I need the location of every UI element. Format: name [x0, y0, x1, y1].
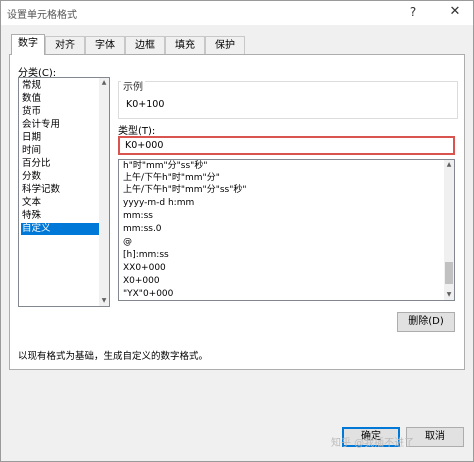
format-list-scrollbar[interactable]: ▲ ▼ — [444, 160, 454, 300]
category-item[interactable]: 常规 — [21, 80, 100, 92]
watermark: 知乎 @我插不进了 — [331, 438, 415, 449]
type-label: 类型(T): — [118, 126, 156, 137]
category-item[interactable]: 百分比 — [21, 158, 100, 170]
category-item[interactable]: 数值 — [21, 93, 100, 105]
category-item[interactable]: 分数 — [21, 171, 100, 183]
close-icon[interactable]: ✕ — [445, 4, 465, 22]
list-item[interactable]: XX0+000 — [123, 263, 166, 274]
category-scrollbar[interactable]: ▲ ▼ — [99, 78, 109, 306]
tab-number[interactable]: 数字 — [11, 34, 45, 55]
help-icon[interactable]: ? — [405, 5, 421, 21]
category-item[interactable]: 时间 — [21, 145, 100, 157]
scroll-up-icon[interactable]: ▲ — [99, 78, 109, 88]
list-item[interactable]: mm:ss — [123, 211, 153, 222]
sample-value: K0+100 — [126, 99, 165, 110]
list-item[interactable]: "YX"0+000 — [123, 289, 173, 300]
sample-group — [118, 81, 458, 119]
format-code-list[interactable]: h"时"mm"分"ss"秒" 上午/下午h"时"mm"分" 上午/下午h"时"m… — [118, 159, 455, 301]
format-cells-dialog: 设置单元格格式 ? ✕ 数字 对齐 字体 边框 填充 保护 分类(C): 常规 … — [0, 0, 474, 462]
category-item[interactable]: 特殊 — [21, 210, 100, 222]
description-text: 以现有格式为基础，生成自定义的数字格式。 — [18, 351, 209, 362]
scroll-down-icon[interactable]: ▼ — [99, 296, 109, 306]
category-item[interactable]: 科学记数 — [21, 184, 100, 196]
type-input[interactable]: K0+000 — [118, 136, 455, 155]
list-item[interactable]: 上午/下午h"时"mm"分" — [123, 173, 220, 184]
type-input-value: K0+000 — [125, 140, 164, 151]
cancel-button[interactable]: 取消 — [406, 427, 464, 447]
category-item[interactable]: 日期 — [21, 132, 100, 144]
sample-label: 示例 — [121, 78, 145, 93]
tab-protection[interactable]: 保护 — [205, 36, 245, 54]
title-bar: 设置单元格格式 ? ✕ — [1, 1, 473, 25]
list-item[interactable]: X0+000 — [123, 276, 160, 287]
tab-alignment[interactable]: 对齐 — [45, 36, 85, 54]
dialog-title: 设置单元格格式 — [7, 10, 77, 21]
list-item[interactable]: mm:ss.0 — [123, 224, 162, 235]
category-item[interactable]: 货币 — [21, 106, 100, 118]
tab-border[interactable]: 边框 — [125, 36, 165, 54]
list-item[interactable]: h"时"mm"分"ss"秒" — [123, 161, 207, 172]
list-item[interactable]: [h]:mm:ss — [123, 250, 169, 261]
delete-button[interactable]: 删除(D) — [397, 312, 455, 332]
category-list[interactable]: 常规 数值 货币 会计专用 日期 时间 百分比 分数 科学记数 文本 特殊 自定… — [18, 77, 110, 307]
scroll-thumb[interactable] — [445, 262, 453, 284]
tab-fill[interactable]: 填充 — [165, 36, 205, 54]
category-item-selected[interactable]: 自定义 — [21, 223, 100, 235]
list-item[interactable]: yyyy-m-d h:mm — [123, 198, 194, 209]
tab-font[interactable]: 字体 — [85, 36, 125, 54]
scroll-up-icon[interactable]: ▲ — [444, 160, 454, 170]
scroll-down-icon[interactable]: ▼ — [444, 290, 454, 300]
list-item[interactable]: @ — [123, 237, 132, 248]
category-item[interactable]: 文本 — [21, 197, 100, 209]
category-item[interactable]: 会计专用 — [21, 119, 100, 131]
list-item[interactable]: 上午/下午h"时"mm"分"ss"秒" — [123, 185, 247, 196]
